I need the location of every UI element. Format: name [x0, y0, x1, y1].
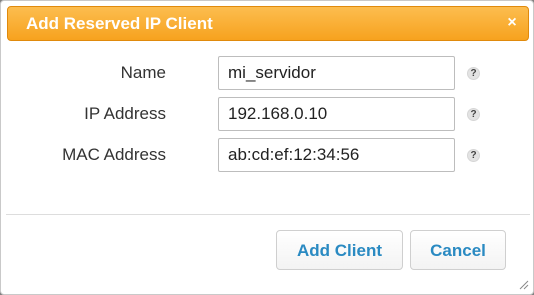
mac-address-row: MAC Address ?	[1, 138, 534, 172]
dialog-titlebar[interactable]: Add Reserved IP Client ×	[7, 6, 529, 41]
name-row: Name ?	[1, 56, 534, 90]
mac-address-label: MAC Address	[62, 145, 166, 164]
ip-address-label: IP Address	[84, 104, 166, 123]
dialog-title: Add Reserved IP Client	[26, 14, 213, 33]
help-icon[interactable]: ?	[467, 67, 480, 80]
add-reserved-ip-dialog: Add Reserved IP Client × Name ? IP Addre…	[0, 0, 534, 295]
footer-divider	[6, 214, 530, 215]
resize-grip-icon[interactable]	[519, 280, 529, 290]
name-input[interactable]	[218, 56, 455, 90]
mac-address-input[interactable]	[218, 138, 455, 172]
ip-address-input[interactable]	[218, 97, 455, 131]
cancel-button[interactable]: Cancel	[410, 230, 506, 270]
add-client-button[interactable]: Add Client	[276, 230, 403, 270]
ip-address-row: IP Address ?	[1, 97, 534, 131]
help-icon[interactable]: ?	[467, 149, 480, 162]
help-icon[interactable]: ?	[467, 108, 480, 121]
name-label: Name	[120, 63, 166, 82]
close-icon[interactable]: ×	[505, 15, 519, 31]
